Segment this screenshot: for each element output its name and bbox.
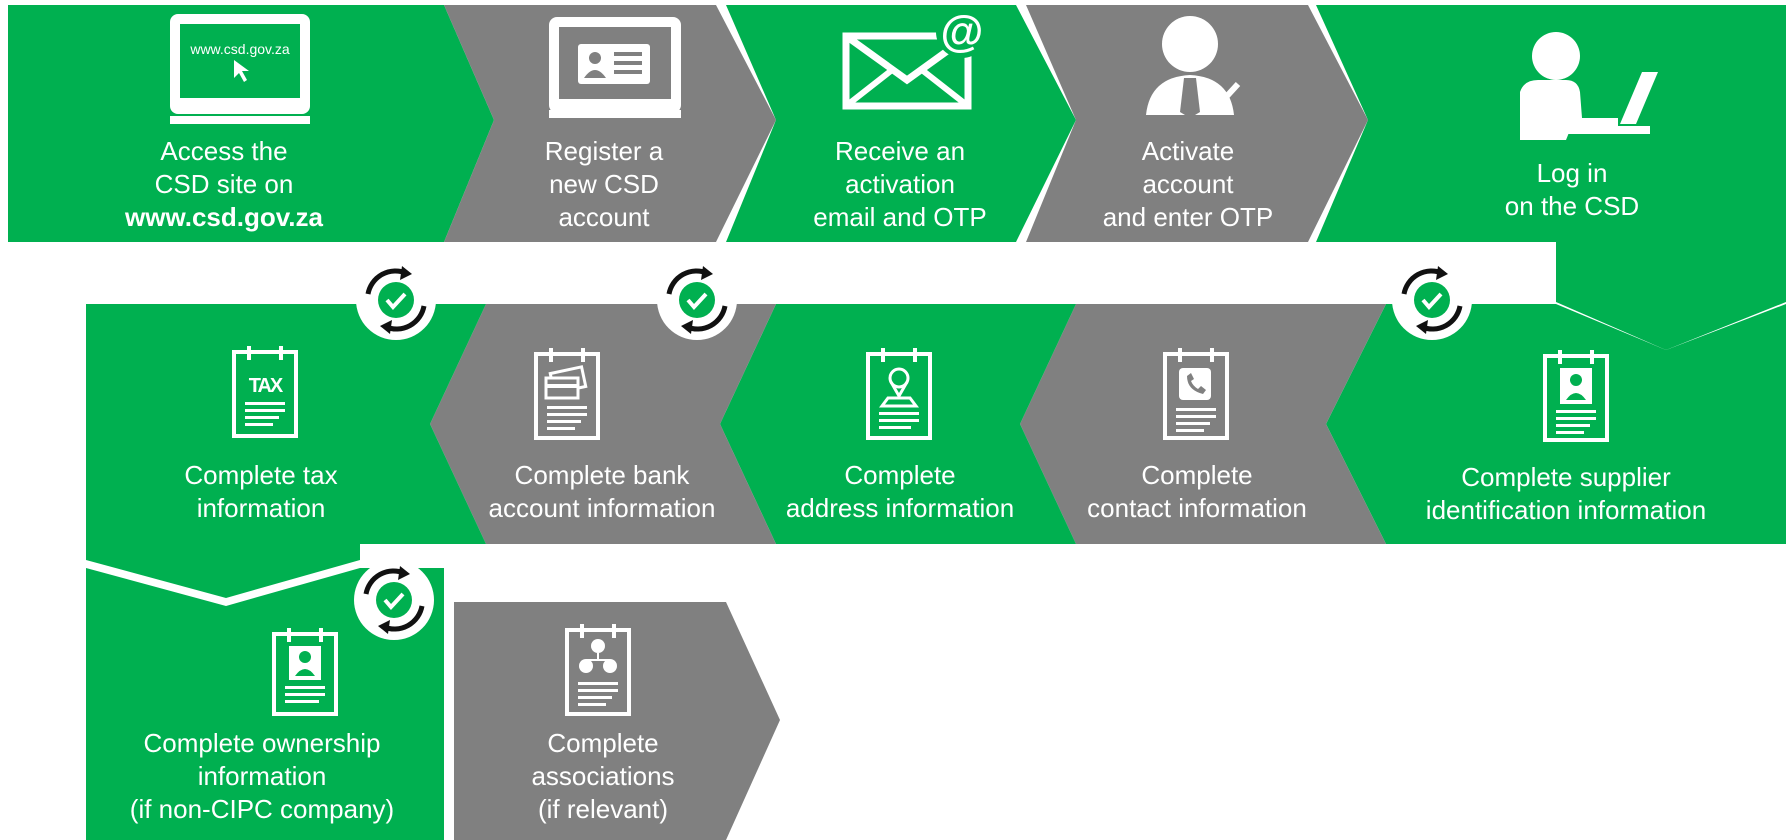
step-label-tax-line-1: Complete tax [184,460,337,490]
step-label-email-line-2: activation [845,169,955,199]
step-label-bank-line-1: Complete bank [515,460,691,490]
step-label-address-line-2: address information [786,493,1014,523]
step-label-register-line-2: new CSD [549,169,659,199]
step-label-register-line-1: Register a [545,136,664,166]
svg-text:@: @ [941,7,984,56]
step-label-access-line-1: Access the [160,136,287,166]
step-label-activate-line-2: account [1142,169,1234,199]
step-label-address-line-1: Complete [844,460,955,490]
refresh-check-icon [356,260,436,340]
step-label-login-line-1: Log in [1537,158,1608,188]
step-label-supplier-line-2: identification information [1426,495,1706,525]
monitor-with-id-card-icon [549,17,681,118]
monitor-url-text: www.csd.gov.za [189,41,290,57]
step-label-contact-line-2: contact information [1087,493,1307,523]
step-label-associations-line-3: (if relevant) [538,794,668,824]
refresh-check-icon [354,560,434,640]
monitor-with-url-icon: www.csd.gov.za [170,14,310,124]
step-label-associations-line-2: associations [531,761,674,791]
step-label-ownership-line-2: information [198,761,327,791]
step-label-supplier-line-1: Complete supplier [1461,462,1671,492]
step-shape-tax [86,304,486,598]
step-label-email-line-3: email and OTP [813,202,986,232]
refresh-check-icon [1392,260,1472,340]
step-label-ownership-line-1: Complete ownership [143,728,380,758]
csd-registration-process-diagram: www.csd.gov.za @ TAX Access theCSD site … [8,5,1786,840]
step-label-contact-line-1: Complete [1141,460,1252,490]
step-label-activate-line-1: Activate [1142,136,1235,166]
refresh-check-icon [657,260,737,340]
step-label-ownership-line-3: (if non-CIPC company) [130,794,394,824]
step-label-email-line-1: Receive an [835,136,965,166]
clipboard-tax-text: TAX [249,375,284,397]
step-label-register-line-3: account [558,202,650,232]
step-label-tax-line-2: information [197,493,326,523]
step-label-access-line-2: CSD site on [155,169,294,199]
step-label-associations-line-1: Complete [547,728,658,758]
step-label-bank-line-2: account information [489,493,716,523]
step-label-activate-line-3: and enter OTP [1103,202,1274,232]
step-label-access-line-3: www.csd.gov.za [124,202,323,232]
step-label-login-line-2: on the CSD [1505,191,1639,221]
